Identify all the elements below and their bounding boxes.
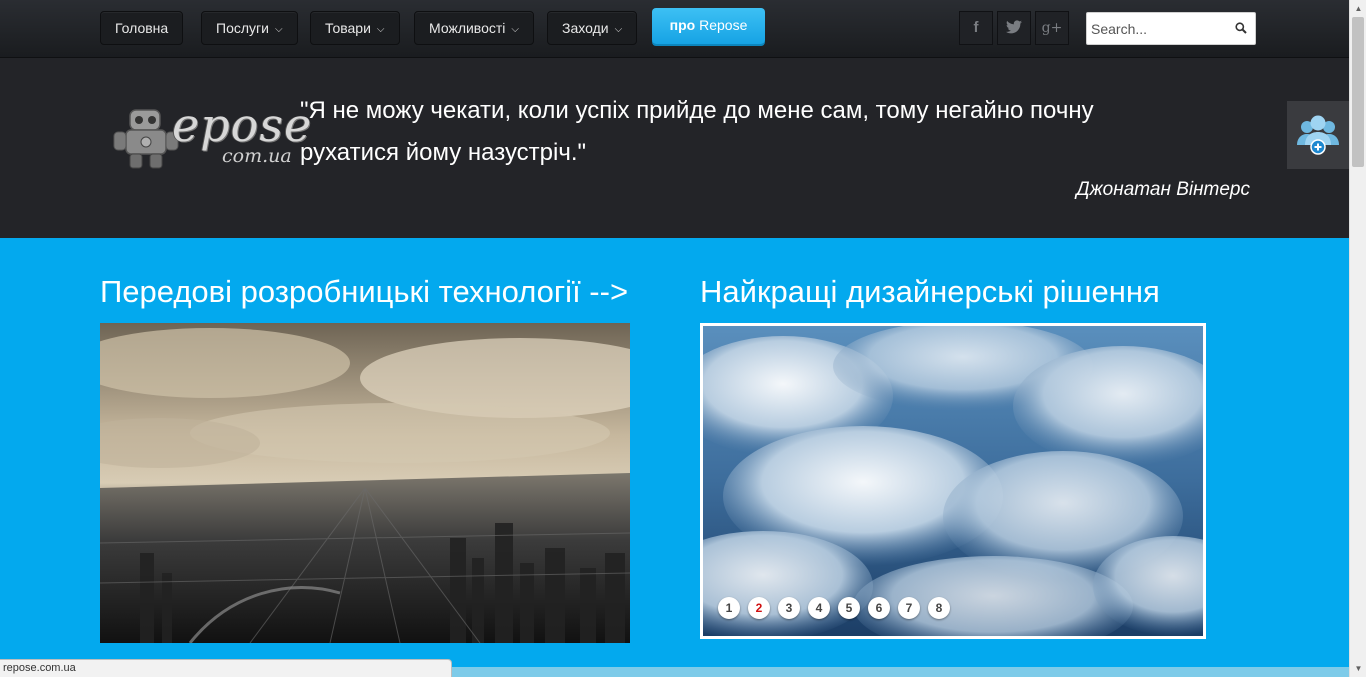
- clouds-slider: 12345678: [700, 323, 1206, 639]
- scrollbar-thumb[interactable]: [1352, 17, 1364, 167]
- users-add-icon: [1297, 115, 1339, 155]
- scroll-down-arrow-icon[interactable]: ▼: [1350, 660, 1366, 677]
- quote-text: "Я не можу чекати, коли успіх прийде до …: [300, 97, 1094, 166]
- slider-page-dot[interactable]: 5: [838, 597, 860, 619]
- nav-item-home[interactable]: Головна: [100, 11, 184, 45]
- search-icon[interactable]: [1235, 22, 1247, 34]
- page-scrollbar[interactable]: ▲ ▼: [1349, 0, 1366, 677]
- slider-page-dot[interactable]: 3: [778, 597, 800, 619]
- slider-page-dot[interactable]: 2: [748, 597, 770, 619]
- nav-item-label: Головна: [115, 20, 169, 36]
- facebook-icon: f: [973, 19, 979, 36]
- nav-item-label: Послуги: [216, 20, 269, 36]
- slider-page-dot[interactable]: 6: [868, 597, 890, 619]
- scroll-up-arrow-icon[interactable]: ▲: [1350, 0, 1366, 17]
- nav-item-products[interactable]: Товари ⌵: [310, 11, 400, 45]
- quote-author: Джонатан Вінтерс: [1076, 179, 1250, 200]
- logo-subtext: com.ua: [222, 145, 292, 167]
- logo-text: epose: [172, 98, 313, 152]
- search-input[interactable]: [1091, 19, 1231, 39]
- section-title-development[interactable]: Передові розробницькі технології -->: [100, 272, 628, 312]
- clouds-illustration: [703, 326, 1203, 636]
- site-logo[interactable]: epose com.ua: [110, 102, 311, 182]
- chevron-down-icon: ⌵: [614, 24, 623, 35]
- nav-item-events[interactable]: Заходи ⌵: [547, 11, 638, 45]
- slider-page-dot[interactable]: 1: [718, 597, 740, 619]
- slider-page-dot[interactable]: 7: [898, 597, 920, 619]
- slider-page-dot[interactable]: 4: [808, 597, 830, 619]
- city-skyline-illustration: [100, 323, 630, 643]
- google-plus-button[interactable]: g+: [1035, 11, 1069, 45]
- about-repose-button[interactable]: про Repose: [652, 8, 765, 44]
- chevron-down-icon: ⌵: [376, 24, 385, 35]
- google-plus-icon: g+: [1041, 20, 1063, 36]
- slider-pagination: 12345678: [718, 597, 950, 619]
- nav-item-label: Товари: [325, 20, 371, 36]
- slider-page-dot[interactable]: 8: [928, 597, 950, 619]
- top-navigation-bar: Головна Послуги ⌵ Товари ⌵ Можливості ⌵ Зах…: [0, 0, 1349, 58]
- about-prefix: про: [669, 17, 696, 33]
- quote-header: epose com.ua "Я не можу чекати, коли усп…: [0, 58, 1349, 238]
- nav-item-label: Можливості: [429, 20, 506, 36]
- section-title-design: Найкращі дизайнерські рішення: [700, 274, 1160, 309]
- status-bar-url: repose.com.ua: [0, 659, 452, 677]
- twitter-button[interactable]: [997, 11, 1031, 45]
- nav-item-label: Заходи: [562, 20, 609, 36]
- chevron-down-icon: ⌵: [511, 24, 519, 35]
- nav-item-services[interactable]: Послуги ⌵: [201, 11, 298, 45]
- search-box: [1086, 12, 1256, 45]
- facebook-button[interactable]: f: [959, 11, 993, 45]
- community-widget-button[interactable]: [1287, 101, 1349, 169]
- about-name: Repose: [699, 17, 748, 33]
- city-skyline-image: [100, 323, 630, 643]
- chevron-down-icon: ⌵: [274, 24, 283, 35]
- twitter-icon: [1006, 20, 1022, 34]
- nav-item-features[interactable]: Можливості ⌵: [414, 11, 534, 45]
